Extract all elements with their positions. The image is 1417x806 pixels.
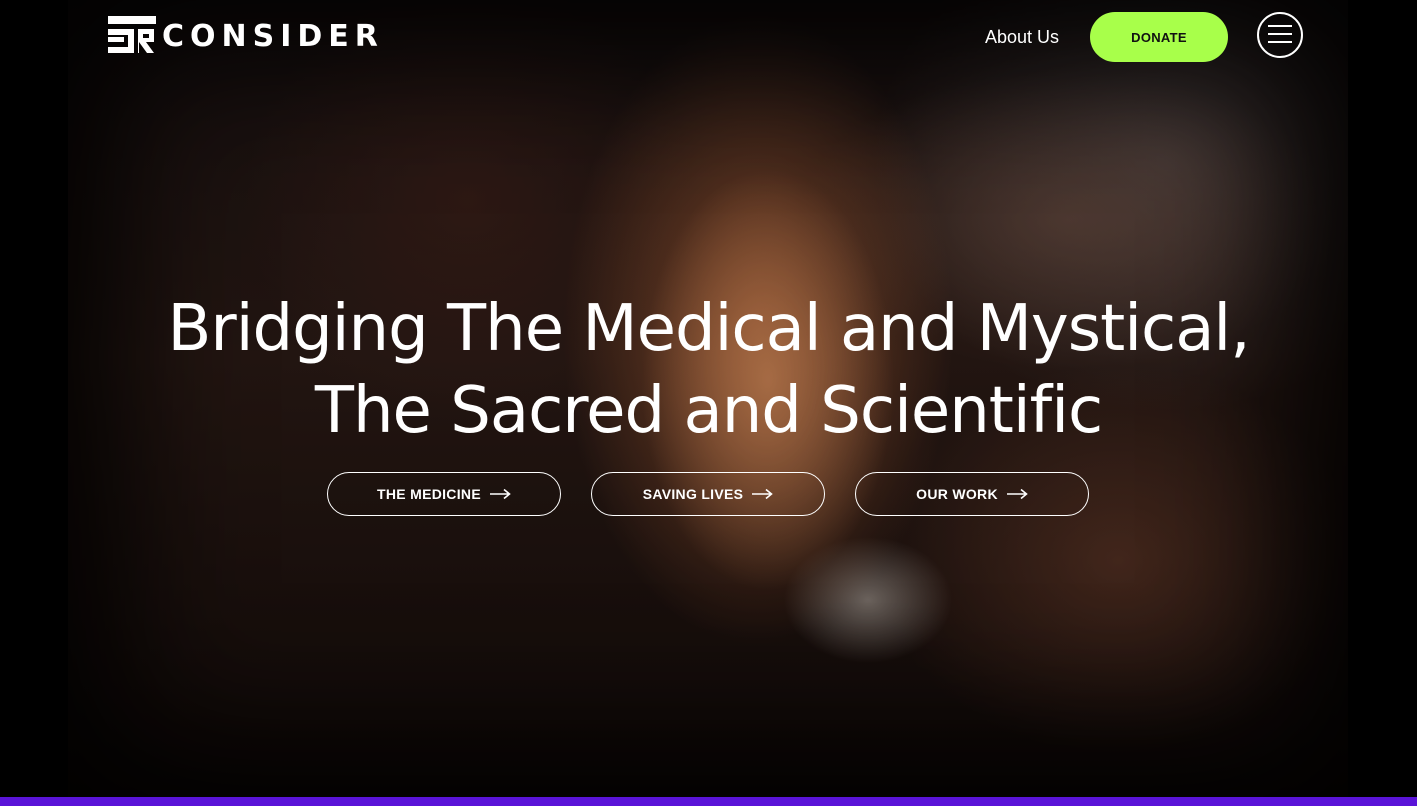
hero-headline-line-1: Bridging The Medical and Mystical, [167,292,1250,366]
hero-headline: Bridging The Medical and Mystical, The S… [0,288,1417,452]
bottom-accent-bar [0,797,1417,806]
the-medicine-button[interactable]: THE MEDICINE [327,472,561,516]
cta-label: SAVING LIVES [642,486,744,502]
our-work-button[interactable]: OUR WORK [855,472,1089,516]
donate-button[interactable]: DONATE [1090,12,1228,62]
nav-about-us-link[interactable]: About Us [985,24,1059,50]
arrow-right-icon [489,488,511,500]
arrow-right-icon [751,488,774,500]
site-logo[interactable]: CONSIDER [108,14,384,54]
hamburger-menu-icon [1267,23,1293,48]
hero-headline-line-2: The Sacred and Scientific [314,374,1103,448]
cta-label: THE MEDICINE [377,486,481,502]
cta-row: THE MEDICINE SAVING LIVES OUR WORK [327,472,1089,516]
logo-text: CONSIDER [162,19,384,54]
cta-label: OUR WORK [916,486,998,502]
menu-button[interactable] [1257,12,1303,58]
page: CONSIDER About Us DONATE Bridging The Me… [0,0,1417,806]
arrow-right-icon [1006,488,1028,500]
logo-mark-icon [108,15,158,53]
saving-lives-button[interactable]: SAVING LIVES [591,472,825,516]
